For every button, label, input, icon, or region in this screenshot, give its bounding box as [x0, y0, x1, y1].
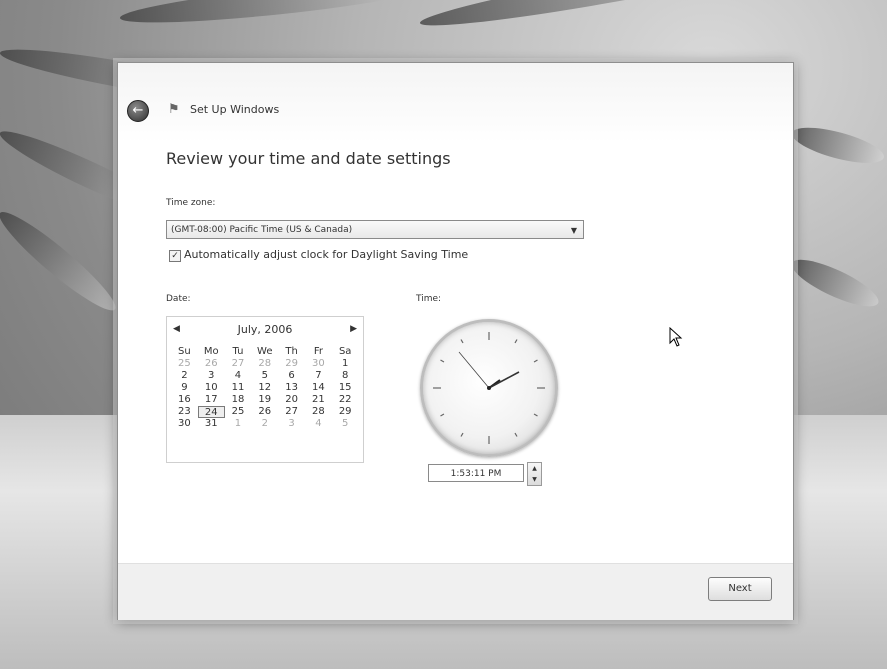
clock-tick	[533, 359, 538, 363]
calendar-day[interactable]: 18	[225, 394, 252, 406]
clock-tick	[533, 413, 538, 417]
calendar-day[interactable]: 30	[171, 418, 198, 430]
calendar-day[interactable]: 26	[198, 358, 225, 370]
dst-checkbox[interactable]: ✓	[169, 250, 181, 262]
calendar-month-year: July, 2006	[237, 323, 293, 336]
next-button[interactable]: Next	[708, 577, 772, 601]
calendar-day[interactable]: 4	[225, 370, 252, 382]
date-calendar: July, 2006 ◀ ▶ Su Mo Tu We Th Fr Sa 25 26 27 28 29 3…	[166, 316, 364, 463]
calendar-day[interactable]: 15	[332, 382, 359, 394]
date-label: Date:	[166, 294, 191, 304]
clock-tick	[460, 432, 464, 437]
calendar-day[interactable]: 27	[225, 358, 252, 370]
calendar-day[interactable]: 26	[251, 406, 278, 418]
clock-tick	[514, 339, 518, 344]
calendar-day[interactable]: 13	[278, 382, 305, 394]
time-spinner[interactable]: ▲ ▼	[527, 462, 542, 486]
weekday-header: We	[257, 346, 273, 357]
time-label: Time:	[416, 294, 442, 304]
calendar-day[interactable]: 28	[251, 358, 278, 370]
calendar-day[interactable]: 20	[278, 394, 305, 406]
calendar-day[interactable]: 25	[171, 358, 198, 370]
calendar-day[interactable]: 1	[332, 358, 359, 370]
calendar-day[interactable]: 27	[278, 406, 305, 418]
timezone-label: Time zone:	[166, 198, 216, 208]
clock-face-icon	[433, 332, 545, 444]
weekday-header: Th	[285, 346, 298, 357]
weekday-header: Fr	[313, 346, 323, 357]
back-arrow-icon[interactable]: ←	[127, 100, 149, 122]
calendar-day[interactable]: 21	[305, 394, 332, 406]
wizard-header: ← ⚑ Set Up Windows	[118, 63, 793, 143]
calendar-day[interactable]: 11	[225, 382, 252, 394]
calendar-day[interactable]: 22	[332, 394, 359, 406]
calendar-day[interactable]: 28	[305, 406, 332, 418]
calendar-day[interactable]: 8	[332, 370, 359, 382]
weekday-header: Mo	[203, 346, 219, 357]
calendar-day[interactable]: 5	[332, 418, 359, 430]
time-input[interactable]: 1:53:11 PM	[428, 464, 524, 482]
window-title: Set Up Windows	[190, 103, 280, 116]
calendar-day[interactable]: 2	[251, 418, 278, 430]
calendar-day[interactable]: 1	[225, 418, 252, 430]
setup-wizard-window: ← ⚑ Set Up Windows Review your time and …	[117, 62, 794, 620]
calendar-day[interactable]: 24	[197, 406, 225, 418]
palm-frond	[118, 0, 440, 31]
palm-frond	[786, 251, 884, 315]
timezone-dropdown[interactable]: (GMT-08:00) Pacific Time (US & Canada) ▼	[166, 220, 584, 239]
calendar-day[interactable]: 23	[171, 406, 198, 418]
calendar-grid: Su Mo Tu We Th Fr Sa 25 26 27 28 29 30 1 2 3 4 5 6 7 8 9 10 11 1…	[171, 346, 359, 430]
weekday-header: Su	[178, 346, 191, 357]
palm-frond	[788, 120, 887, 171]
calendar-day[interactable]: 30	[305, 358, 332, 370]
calendar-day[interactable]: 16	[171, 394, 198, 406]
timezone-selected-value: (GMT-08:00) Pacific Time (US & Canada)	[171, 225, 353, 235]
windows-flag-icon: ⚑	[168, 102, 180, 117]
dropdown-arrow-icon: ▼	[570, 226, 577, 235]
mouse-pointer-icon	[669, 327, 683, 347]
page-title: Review your time and date settings	[166, 149, 451, 168]
calendar-day[interactable]: 3	[278, 418, 305, 430]
analog-clock	[420, 319, 558, 457]
next-month-icon[interactable]: ▶	[350, 324, 357, 334]
calendar-day[interactable]: 25	[225, 406, 252, 418]
clock-tick	[460, 339, 464, 344]
calendar-day[interactable]: 9	[171, 382, 198, 394]
dst-checkbox-label[interactable]: Automatically adjust clock for Daylight …	[184, 248, 468, 261]
spin-up-icon[interactable]: ▲	[528, 463, 541, 474]
palm-frond	[417, 0, 797, 36]
wizard-footer: Next	[118, 563, 793, 620]
calendar-day[interactable]: 17	[198, 394, 225, 406]
calendar-day[interactable]: 7	[305, 370, 332, 382]
spin-down-icon[interactable]: ▼	[528, 474, 541, 485]
weekday-header: Tu	[232, 346, 244, 357]
weekday-header: Sa	[338, 346, 352, 357]
calendar-day[interactable]: 12	[251, 382, 278, 394]
calendar-day[interactable]: 6	[278, 370, 305, 382]
calendar-day[interactable]: 3	[198, 370, 225, 382]
clock-tick	[440, 413, 445, 417]
clock-tick	[514, 432, 518, 437]
calendar-day[interactable]: 2	[171, 370, 198, 382]
calendar-day[interactable]: 19	[251, 394, 278, 406]
clock-tick	[440, 359, 445, 363]
calendar-day[interactable]: 4	[305, 418, 332, 430]
palm-frond	[0, 203, 124, 320]
calendar-day[interactable]: 10	[198, 382, 225, 394]
prev-month-icon[interactable]: ◀	[173, 324, 180, 334]
calendar-day[interactable]: 14	[305, 382, 332, 394]
calendar-day[interactable]: 29	[278, 358, 305, 370]
calendar-day[interactable]: 5	[251, 370, 278, 382]
calendar-day[interactable]: 31	[198, 418, 225, 430]
calendar-day[interactable]: 29	[332, 406, 359, 418]
